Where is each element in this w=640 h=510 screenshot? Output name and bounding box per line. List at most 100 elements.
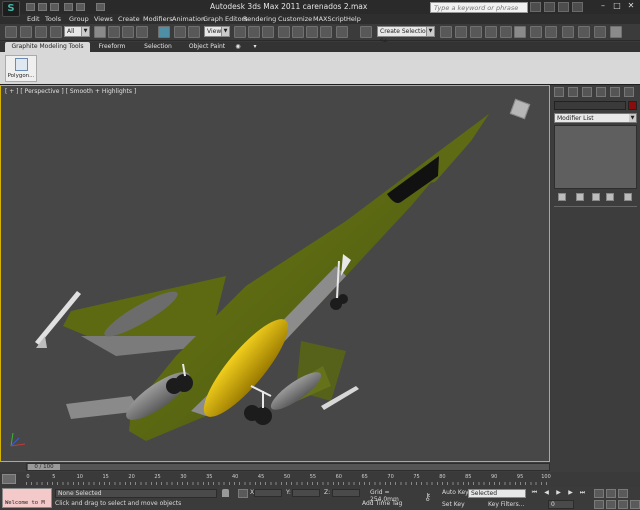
select-object-icon[interactable] <box>94 26 106 38</box>
perspective-viewport[interactable]: [ + ] [ Perspective ] [ Smooth + Highlig… <box>0 85 550 462</box>
menu-create[interactable]: Create <box>118 15 140 23</box>
select-and-scale-icon[interactable] <box>188 26 200 38</box>
render-production-icon[interactable] <box>562 26 574 38</box>
new-file-icon[interactable] <box>26 3 35 11</box>
spinner-snap-icon[interactable] <box>320 26 332 38</box>
select-by-name-icon[interactable] <box>108 26 120 38</box>
play-icon[interactable]: ▶ <box>554 489 563 497</box>
current-frame-field[interactable]: 0 <box>548 500 574 509</box>
edit-named-selection-icon[interactable] <box>336 26 348 38</box>
bind-space-warp-icon[interactable] <box>35 26 47 38</box>
set-keys-key-icon[interactable]: ⚷ <box>424 492 431 503</box>
tab-freeform[interactable]: Freeform <box>92 42 132 52</box>
modifier-stack[interactable] <box>554 125 637 189</box>
mirror-icon[interactable] <box>360 26 372 38</box>
zoom-all-icon[interactable] <box>606 489 616 498</box>
named-selection-set-select[interactable]: Create Selection Se▼ <box>377 26 435 45</box>
modifier-list-select[interactable]: Modifier List ▼ <box>554 113 637 123</box>
schematic-view-icon[interactable] <box>500 26 512 38</box>
pin-stack-icon[interactable] <box>558 193 566 201</box>
next-frame-icon[interactable]: ▶ <box>566 489 575 497</box>
set-key-button[interactable]: Set Key <box>442 501 465 508</box>
menu-maxscript[interactable]: MAXScript <box>313 15 346 23</box>
selection-lock-icon[interactable] <box>222 489 229 497</box>
angle-snap-icon[interactable] <box>292 26 304 38</box>
percent-snap-icon[interactable] <box>306 26 318 38</box>
maxscript-listener[interactable]: Welcome to M <box>2 488 52 508</box>
polygon-modeling-button[interactable]: Polygon... <box>5 55 37 82</box>
communication-center-icon[interactable] <box>544 2 555 12</box>
hierarchy-panel-tab-icon[interactable] <box>582 87 592 97</box>
go-to-end-icon[interactable]: ⏭ <box>578 489 587 497</box>
x-coordinate-field[interactable] <box>254 489 282 497</box>
material-editor-icon[interactable] <box>514 26 526 38</box>
go-to-start-icon[interactable]: ⏮ <box>530 489 539 497</box>
search-icon[interactable] <box>530 2 541 12</box>
select-and-link-icon[interactable] <box>5 26 17 38</box>
close-icon[interactable]: ✕ <box>626 1 636 11</box>
tab-selection[interactable]: Selection <box>138 42 178 52</box>
select-and-rotate-icon[interactable] <box>174 26 186 38</box>
unlink-selection-icon[interactable] <box>20 26 32 38</box>
open-file-icon[interactable] <box>38 3 47 11</box>
maximize-icon[interactable]: □ <box>612 1 622 11</box>
configure-modifier-sets-icon[interactable] <box>624 193 632 201</box>
y-coordinate-field[interactable] <box>292 489 320 497</box>
render-setup-icon[interactable] <box>530 26 542 38</box>
render-teapot-icon[interactable] <box>610 26 622 38</box>
auto-key-button[interactable]: Auto Key <box>442 489 469 496</box>
add-time-tag-button[interactable]: Add Time Tag <box>362 500 402 507</box>
z-coordinate-field[interactable] <box>332 489 360 497</box>
maximize-viewport-toggle-icon[interactable] <box>630 500 640 509</box>
menu-group[interactable]: Group <box>69 15 89 23</box>
create-panel-tab-icon[interactable] <box>554 87 564 97</box>
rectangle-selection-small-icon[interactable] <box>50 26 62 38</box>
menu-modifiers[interactable]: Modifiers <box>143 15 173 23</box>
modify-panel-tab-icon[interactable] <box>568 87 578 97</box>
track-bar-timeline[interactable]: 0 5 10 15 20 25 30 35 40 45 50 55 60 65 70 75 80 85 90 95 10… <box>26 473 551 485</box>
menu-rendering[interactable]: Rendering <box>243 15 276 23</box>
help-icon[interactable] <box>572 2 583 12</box>
menu-edit[interactable]: Edit <box>27 15 40 23</box>
render-iterative-icon[interactable] <box>578 26 590 38</box>
rectangular-selection-icon[interactable] <box>122 26 134 38</box>
key-mode-select[interactable]: Selected <box>468 489 526 498</box>
ribbon-minimize-icon[interactable]: ▾ <box>251 42 259 52</box>
time-slider-thumb[interactable]: 0 / 100 <box>28 464 60 470</box>
menu-customize[interactable]: Customize <box>278 15 312 23</box>
mini-curve-editor-icon[interactable] <box>2 474 16 484</box>
zoom-icon[interactable] <box>594 489 604 498</box>
ribbon-options-icon[interactable]: ◉ <box>234 42 242 52</box>
menu-tools[interactable]: Tools <box>45 15 61 23</box>
app-logo-icon[interactable]: S <box>2 1 20 17</box>
keyboard-shortcut-toggle-icon[interactable] <box>262 26 274 38</box>
pan-view-icon[interactable] <box>606 500 616 509</box>
window-crossing-icon[interactable] <box>136 26 148 38</box>
snaps-toggle-icon[interactable] <box>278 26 290 38</box>
menu-animation[interactable]: Animation <box>172 15 205 23</box>
curve-editor-icon[interactable] <box>485 26 497 38</box>
field-of-view-icon[interactable] <box>594 500 604 509</box>
zoom-extents-icon[interactable] <box>618 489 628 498</box>
select-and-manipulate-icon[interactable] <box>248 26 260 38</box>
graphite-toggle-icon[interactable] <box>470 26 482 38</box>
redo-icon[interactable] <box>76 3 85 11</box>
minimize-icon[interactable]: – <box>598 1 608 11</box>
project-folder-icon[interactable] <box>96 3 105 11</box>
menu-help[interactable]: Help <box>346 15 361 23</box>
utilities-panel-tab-icon[interactable] <box>624 87 634 97</box>
menu-graph-editors[interactable]: Graph Editors <box>203 15 248 23</box>
rendered-frame-window-icon[interactable] <box>545 26 557 38</box>
time-slider-track[interactable]: 0 / 100 <box>26 463 550 471</box>
display-panel-tab-icon[interactable] <box>610 87 620 97</box>
make-unique-icon[interactable] <box>592 193 600 201</box>
select-and-move-icon[interactable] <box>158 26 170 38</box>
previous-frame-icon[interactable]: ◀ <box>542 489 551 497</box>
key-filters-button[interactable]: Key Filters... <box>488 501 525 508</box>
object-color-swatch[interactable] <box>628 101 637 110</box>
save-file-icon[interactable] <box>50 3 59 11</box>
tab-object-paint[interactable]: Object Paint <box>184 42 230 52</box>
reference-coordinate-select[interactable]: View ▼ <box>204 26 230 37</box>
undo-icon[interactable] <box>64 3 73 11</box>
orbit-icon[interactable] <box>618 500 628 509</box>
